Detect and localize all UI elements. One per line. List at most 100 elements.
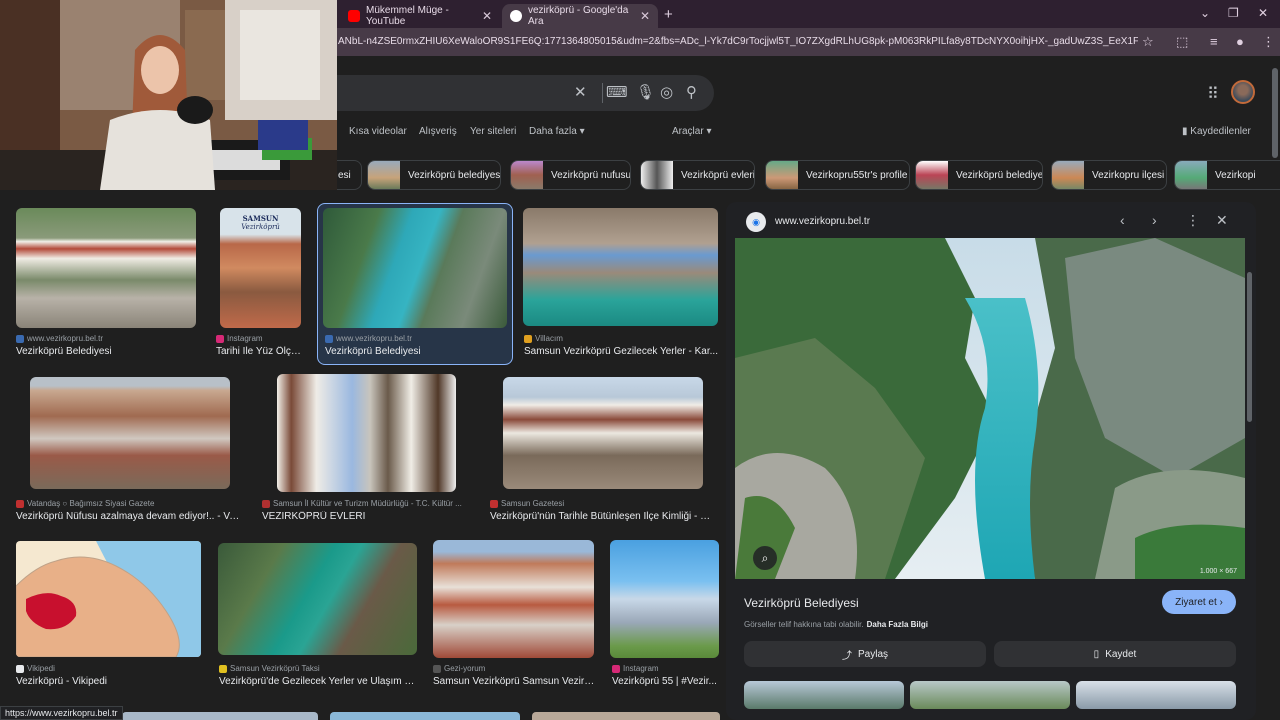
chip-thumbnail [641,161,673,189]
related-image[interactable] [1076,681,1236,709]
chip-thumbnail [916,161,948,189]
tab-youtube[interactable]: Mükemmel Müge - YouTube ✕ [340,4,500,28]
close-icon[interactable]: ✕ [1216,212,1228,229]
menu-icon[interactable]: ⋮ [1262,34,1275,50]
image-dimensions: 1.000 × 667 [1199,568,1237,575]
more-options-icon[interactable]: ⋮ [1186,212,1200,229]
result-title[interactable]: Vezirköprü Nüfusu azalmaya devam ediyor!… [16,511,244,522]
chip-thumbnail [511,161,543,189]
tab-more[interactable]: Daha fazla ▾ [529,126,585,137]
source-label: Samsun İl Kültür ve Turizm Müdürlüğü - T… [273,499,462,508]
preview-image[interactable]: ⌕ 1.000 × 667 [735,238,1245,579]
close-window-button[interactable]: ✕ [1258,6,1268,20]
result-title[interactable]: Vezirköprü - Vikipedi [16,676,201,687]
chip[interactable]: Vezirköprü belediye [915,160,1043,190]
share-label: Paylaş [857,648,888,660]
close-icon[interactable]: ✕ [482,9,492,23]
tab-short-videos[interactable]: Kısa videolar [349,126,407,137]
result-title[interactable]: Vezirköprü Belediyesi [325,346,505,357]
microphone-icon[interactable]: 🎙 [636,83,655,101]
result-image-partial[interactable] [330,712,520,720]
chip-label: Vezirkopi [1215,169,1256,181]
bookmark-star-icon[interactable]: ☆ [1142,34,1154,50]
chip[interactable]: Vezirkopru ilçesi [1051,160,1167,190]
tools-button[interactable]: Araçlar ▾ [672,126,712,137]
tab-sites[interactable]: Yer siteleri [470,126,516,137]
chip[interactable]: Vezirkopru55tr's profile [765,160,910,190]
result-title[interactable]: Samsun Vezirköprü Gezilecek Yerler - Kar… [524,346,718,357]
result-title[interactable]: Samsun Vezirköprü Samsun Vezirk... [433,676,595,687]
previous-icon[interactable]: ‹ [1120,212,1125,228]
result-image-partial[interactable] [532,712,720,720]
chip-label: esi [338,169,351,181]
extensions-icon[interactable]: ⬚ [1176,34,1188,50]
preview-scrollbar[interactable] [1247,272,1252,422]
instagram-icon [216,334,224,343]
chip[interactable]: Vezirköprü evleri [640,160,755,190]
source-label: Instagram [227,334,263,343]
result-title[interactable]: Vezirköprü'de Gezilecek Yerler ve Ulaşım… [219,676,417,687]
bookmark-icon: ▯ [1093,648,1100,660]
site-favicon-icon [524,334,532,343]
preview-domain[interactable]: www.vezirkopru.bel.tr [775,216,870,227]
profile-icon[interactable]: ● [1236,34,1244,49]
result-image [323,208,507,328]
result-image-partial[interactable] [122,712,318,720]
share-button[interactable]: ⤴ Paylaş [744,641,986,667]
visit-button[interactable]: Ziyaret et › [1162,590,1236,614]
chip[interactable]: Vezirköprü belediyesi [367,160,501,190]
source-label: Samsun Gazetesi [501,499,565,508]
instagram-icon [612,664,620,673]
chip-thumbnail [1175,161,1207,189]
avatar[interactable] [1231,80,1255,104]
result-image: SAMSUN Vezirköprü [220,208,301,328]
save-button[interactable]: ▯ Kaydet [994,641,1236,667]
result-image [16,208,196,328]
apps-grid-icon[interactable]: ⠿ [1207,84,1219,104]
samsun-map-svg [16,541,201,657]
tab-search-icon[interactable]: ⌄ [1200,6,1210,20]
result-title[interactable]: Vezirköprü 55 | #Vezir... [612,676,719,687]
page-scrollbar[interactable] [1272,68,1278,158]
chip-thumbnail [368,161,400,189]
chip-label: Vezirköprü belediye [956,169,1043,181]
related-image[interactable] [744,681,904,709]
keyboard-icon[interactable]: ⌨ [606,83,628,101]
more-info-link[interactable]: Daha Fazla Bilgi [867,620,928,629]
chip[interactable]: Vezirkopi [1174,160,1280,190]
saved-button[interactable]: ▮ Kaydedilenler [1182,126,1251,137]
related-image[interactable] [910,681,1070,709]
result-source: Gezi-yorum [433,664,598,673]
search-icon[interactable]: ⚲ [686,83,697,101]
search-input[interactable]: ✕ ⌨ 🎙 ◎ ⚲ [280,75,714,111]
tools-label: Araçlar [672,126,704,137]
result-title[interactable]: Vezirköprü'nün Tarihle Bütünleşen İlçe K… [490,511,714,522]
tab-google-search[interactable]: vezirköprü - Google'da Ara ✕ [502,4,658,28]
chip[interactable]: esi [336,160,362,190]
lens-search-icon[interactable]: ⌕ [753,546,777,570]
tab-shopping[interactable]: Alışveriş [419,126,457,137]
result-title[interactable]: VEZİRKÖPRÜ EVLERİ [262,511,472,522]
chip[interactable]: Vezirköprü nufusu [510,160,631,190]
restore-window-button[interactable]: ❐ [1228,6,1239,20]
new-tab-button[interactable]: + [664,6,673,23]
close-icon[interactable]: ✕ [640,9,650,23]
source-label: Samsun Vezirköprü Taksi [230,664,320,673]
clear-icon[interactable]: ✕ [574,83,587,101]
lens-icon[interactable]: ◎ [660,83,673,101]
tab-more-label: Daha fazla [529,126,577,137]
next-icon[interactable]: › [1152,212,1157,228]
address-bar[interactable]: ANbL-n4ZSE0rmxZHIU6XeWaloOR9S1FE6Q:17713… [338,36,1138,47]
result-source: Samsun Gazetesi [490,499,710,508]
media-icon[interactable]: ≡ [1210,34,1218,49]
result-title[interactable]: Tarihi İle Yüz Ölçü... [216,346,304,357]
webcam-overlay [0,0,337,190]
result-source: Instagram [612,664,717,673]
result-image [523,208,718,326]
chip-label: Vezirköprü evleri [681,169,755,181]
preview-title[interactable]: Vezirköprü Belediyesi [744,596,859,610]
youtube-icon [348,10,360,22]
chip-label: Vezirköprü belediyesi [408,169,501,181]
result-title[interactable]: Vezirköprü Belediyesi [16,346,196,357]
result-image [610,540,719,658]
